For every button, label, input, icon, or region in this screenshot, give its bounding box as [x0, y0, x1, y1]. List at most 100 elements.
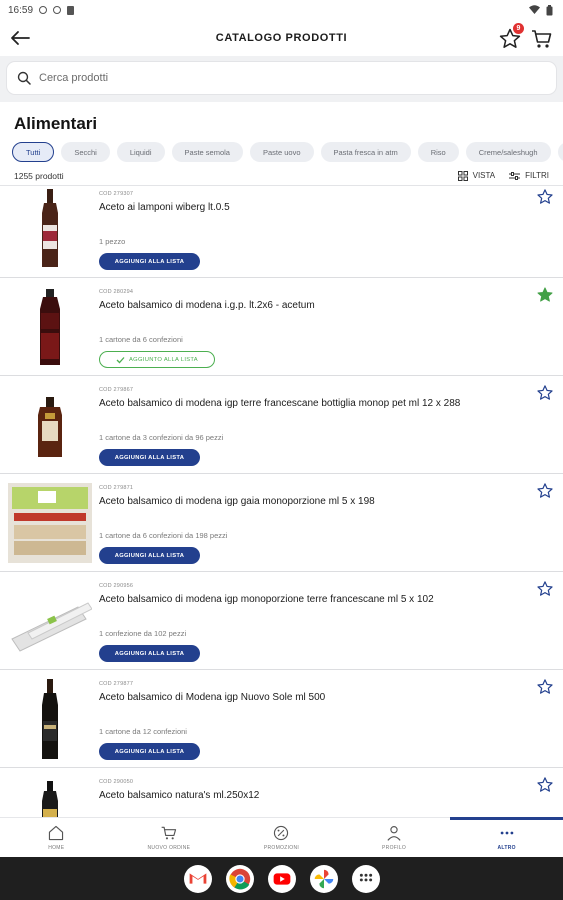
search-placeholder: Cerca prodotti [39, 72, 109, 84]
favorite-toggle[interactable] [536, 384, 554, 402]
nav-item-nuovo-ordine[interactable]: NUOVO ORDINE [113, 818, 226, 857]
product-code: COD 279871 [99, 485, 134, 491]
category-title: Alimentari [14, 114, 98, 133]
product-row[interactable]: COD 290050 Aceto balsamico natura's ml.25… [0, 768, 563, 817]
product-name: Aceto balsamico di modena igp gaia monop… [99, 496, 375, 507]
photos-app-button[interactable] [309, 864, 338, 893]
product-code: COD 290050 [99, 779, 134, 785]
add-to-list-button[interactable]: AGGIUNGI ALLA LISTA [99, 547, 200, 564]
photos-icon [314, 869, 333, 888]
add-to-list-button[interactable]: AGGIUNGI ALLA LISTA [99, 449, 200, 466]
youtube-icon [273, 872, 290, 885]
status-bar: 16:59 [0, 0, 563, 20]
add-to-list-button[interactable]: AGGIUNGI ALLA LISTA [99, 743, 200, 760]
settings-status-icon [39, 6, 48, 14]
filter-chip[interactable]: Paste semola [171, 142, 243, 162]
cart-button[interactable] [529, 25, 555, 51]
star-outline-icon [537, 483, 553, 498]
favorite-toggle[interactable] [536, 286, 554, 304]
favorites-badge: 9 [513, 23, 524, 34]
status-time: 16:59 [8, 4, 34, 16]
product-name: Aceto balsamico di Modena igp Nuovo Sole… [99, 692, 326, 703]
nav-label: PROFILO [382, 845, 407, 851]
add-to-list-button[interactable]: AGGIUNGI ALLA LISTA [99, 645, 200, 662]
product-packaging: 1 cartone da 12 confezioni [99, 727, 187, 736]
gmail-app-button[interactable] [183, 864, 212, 893]
product-list: COD 279307 Aceto ai lamponi wiberg lt.0.5… [0, 180, 563, 817]
percent-icon [274, 825, 289, 841]
cart-icon [532, 30, 552, 48]
product-name: Aceto balsamico di modena i.g.p. lt.2x6 … [99, 300, 315, 311]
added-to-list-button[interactable]: AGGIUNTO ALLA LISTA [99, 351, 215, 368]
product-image [8, 481, 92, 565]
favorite-toggle[interactable] [536, 776, 554, 794]
filter-chip[interactable]: Dressing [557, 142, 563, 162]
app-drawer-icon [359, 873, 372, 881]
view-toggle-button[interactable]: VISTA [457, 170, 496, 181]
nav-item-home[interactable]: HOME [0, 818, 113, 857]
nav-label: HOME [48, 845, 65, 851]
star-outline-icon [537, 777, 553, 792]
filter-chip[interactable]: Tutti [12, 142, 55, 162]
product-code: COD 279307 [99, 191, 134, 197]
cart-icon [161, 826, 177, 840]
product-code: COD 290956 [99, 583, 134, 589]
chrome-icon [228, 868, 250, 889]
product-row[interactable]: COD 279871 Aceto balsamico di modena igp … [0, 474, 563, 572]
gmail-icon [189, 872, 206, 884]
youtube-app-button[interactable] [267, 864, 296, 893]
check-icon [116, 356, 125, 363]
star-outline-icon [537, 581, 553, 596]
favorite-toggle[interactable] [536, 678, 554, 696]
product-row[interactable]: COD 290956 Aceto balsamico di modena igp … [0, 572, 563, 670]
nav-item-profilo[interactable]: PROFILO [338, 818, 451, 857]
grid-view-icon [457, 170, 468, 181]
star-outline-icon [537, 189, 553, 204]
filter-chip[interactable]: Creme/saleshugh [465, 142, 551, 162]
product-name: Aceto balsamico di modena igp monoporzio… [99, 594, 434, 605]
filters-label: FILTRI [525, 171, 549, 180]
filter-chip[interactable]: Liquidi [116, 142, 165, 162]
back-button[interactable] [8, 26, 32, 50]
product-name: Aceto ai lamponi wiberg lt.0.5 [99, 202, 230, 213]
filter-chip[interactable]: Pasta fresca in atm [320, 142, 411, 162]
nav-item-promozioni[interactable]: PROMOZIONI [225, 818, 338, 857]
product-image [8, 579, 92, 663]
app-bar: CATALOGO PRODOTTI 9 [0, 20, 563, 56]
person-icon [387, 826, 401, 841]
nav-item-altro[interactable]: ALTRO [450, 817, 563, 857]
home-icon [49, 825, 64, 841]
product-count: 1255 prodotti [14, 170, 64, 181]
product-row[interactable]: COD 279307 Aceto ai lamponi wiberg lt.0.5… [0, 180, 563, 278]
search-area: Cerca prodotti [0, 56, 563, 102]
filter-chip[interactable]: Secchi [61, 142, 110, 162]
added-to-list-label: AGGIUNTO ALLA LISTA [129, 356, 198, 363]
app-drawer-app-button[interactable] [351, 864, 380, 893]
view-label: VISTA [472, 171, 496, 180]
product-packaging: 1 cartone da 6 confezioni [99, 335, 183, 344]
product-code: COD 280294 [99, 289, 134, 295]
favorite-toggle[interactable] [536, 188, 554, 206]
system-dock [0, 857, 563, 900]
favorites-button[interactable]: 9 [497, 23, 524, 51]
filter-chip[interactable]: Paste uovo [249, 142, 314, 162]
product-image [8, 677, 92, 761]
product-name: Aceto balsamico di modena igp terre fran… [99, 398, 461, 409]
filter-sliders-icon [509, 171, 521, 180]
favorite-toggle[interactable] [536, 482, 554, 500]
product-row[interactable]: COD 280294 Aceto balsamico di modena i.g.… [0, 278, 563, 376]
filter-chips: Tutti Secchi Liquidi Paste semola Paste uovo… [0, 142, 563, 162]
bottom-navigation: HOME NUOVO ORDINE PROMOZIONI PROFILO ALTRO [0, 817, 563, 857]
filters-button[interactable]: FILTRI [509, 171, 549, 181]
filter-chip[interactable]: Riso [417, 142, 459, 162]
battery-icon [546, 4, 553, 15]
favorite-toggle[interactable] [536, 580, 554, 598]
star-outline-icon [537, 385, 553, 400]
product-name: Aceto balsamico natura's ml.250x12 [99, 790, 260, 801]
product-row[interactable]: COD 279877 Aceto balsamico di Modena igp … [0, 670, 563, 768]
chrome-app-button[interactable] [225, 864, 254, 893]
wifi-icon [529, 5, 540, 14]
product-row[interactable]: COD 279867 Aceto balsamico di modena igp … [0, 376, 563, 474]
search-input[interactable]: Cerca prodotti [7, 62, 556, 94]
add-to-list-button[interactable]: AGGIUNGI ALLA LISTA [99, 253, 200, 270]
